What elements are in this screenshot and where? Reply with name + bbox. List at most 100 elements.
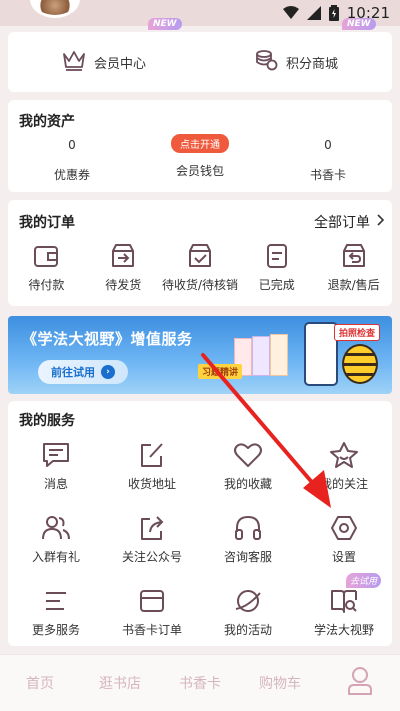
member-card: 会员中心 NEW 积分商城 NEW (8, 18, 392, 92)
status-bar: 10:21 (0, 0, 400, 26)
orders-title: 我的订单 (19, 215, 75, 231)
wifi-icon (282, 6, 299, 20)
share-icon (137, 514, 167, 548)
group-icon (41, 514, 71, 548)
xuefa-dashiye-button[interactable]: 去试用 学法大视野 (296, 573, 392, 638)
star-icon (329, 441, 359, 475)
join-group-button[interactable]: 入群有礼 (8, 514, 104, 565)
following-button[interactable]: 我的关注 (296, 441, 392, 492)
service-label: 我的收藏 (223, 477, 272, 491)
gift-card-count: 0 (324, 138, 332, 152)
trial-badge: 去试用 (346, 573, 382, 588)
order-label: 待付款 (28, 278, 65, 292)
headphones-icon (233, 514, 263, 548)
service-label: 入群有礼 (31, 550, 80, 564)
menu-icon (41, 587, 71, 621)
gift-card-item[interactable]: 0 书香卡 (264, 138, 392, 183)
services-title: 我的服务 (19, 413, 75, 429)
crown-icon (62, 49, 86, 75)
person-icon (346, 667, 374, 700)
new-badge: NEW (342, 18, 376, 30)
tab-gift-card[interactable]: 书香卡 (160, 673, 240, 693)
coins-icon (254, 48, 278, 76)
my-activities-button[interactable]: 我的活动 (200, 587, 296, 638)
assets-card: 我的资产 0 优惠券 点击开通 会员钱包 0 书香卡 (8, 100, 392, 192)
coupons-count: 0 (68, 138, 76, 152)
signal-icon (306, 6, 321, 20)
tab-profile[interactable] (320, 666, 400, 700)
box-arrow-icon (109, 242, 137, 276)
coupons-item[interactable]: 0 优惠券 (8, 138, 136, 183)
avatar[interactable] (30, 0, 80, 18)
service-label: 我的活动 (223, 623, 272, 637)
try-now-button[interactable]: 前往试用 › (38, 360, 128, 384)
order-pending-payment[interactable]: 待付款 (8, 242, 85, 293)
order-pending-shipment[interactable]: 待发货 (85, 242, 162, 293)
all-orders-link[interactable]: 全部订单 (314, 212, 385, 232)
services-card: 我的服务 消息 收货地址 我的收藏 我的关注 入群有礼 关注公众号 咨询客服 设… (8, 401, 392, 646)
heart-icon (233, 441, 263, 475)
return-icon (340, 242, 368, 276)
all-orders-label: 全部订单 (314, 215, 370, 231)
messages-button[interactable]: 消息 (8, 441, 104, 492)
member-center-label: 会员中心 (93, 56, 146, 72)
order-refund[interactable]: 退款/售后 (315, 242, 392, 293)
service-label: 书香卡订单 (121, 623, 182, 637)
book-search-icon (329, 587, 359, 621)
card-icon (137, 587, 167, 621)
order-pending-receipt[interactable]: 待收货/待核销 (162, 242, 239, 293)
planet-icon (233, 587, 263, 621)
settings-button[interactable]: 设置 (296, 514, 392, 565)
shipping-address-button[interactable]: 收货地址 (104, 441, 200, 492)
more-services-button[interactable]: 更多服务 (8, 587, 104, 638)
assets-title: 我的资产 (19, 114, 75, 130)
promo-banner[interactable]: 《学法大视野》增值服务 前往试用 › 习题精讲 拍照检查 (8, 316, 392, 394)
bee-mascot (342, 344, 378, 384)
tab-bookstore[interactable]: 逛书店 (80, 673, 160, 693)
wallet-icon (32, 242, 60, 276)
member-wallet-item[interactable]: 点击开通 会员钱包 (136, 134, 264, 183)
book-covers (234, 334, 290, 378)
gift-card-label: 书香卡 (309, 168, 346, 182)
message-icon (41, 441, 71, 475)
gift-card-orders-button[interactable]: 书香卡订单 (104, 587, 200, 638)
banner-title: 《学法大视野》增值服务 (22, 330, 193, 348)
follow-official-account-button[interactable]: 关注公众号 (104, 514, 200, 565)
member-center-button[interactable]: 会员中心 NEW (8, 18, 200, 92)
phone-mockup (304, 322, 338, 386)
new-badge: NEW (148, 18, 182, 30)
member-wallet-label: 会员钱包 (175, 164, 224, 178)
box-check-icon (186, 242, 214, 276)
banner-tag-photo-check: 拍照检查 (334, 324, 381, 341)
tab-cart[interactable]: 购物车 (240, 673, 320, 693)
activate-button[interactable]: 点击开通 (171, 134, 229, 153)
edit-icon (137, 441, 167, 475)
service-label: 学法大视野 (313, 623, 374, 637)
service-label: 更多服务 (31, 623, 80, 637)
points-mall-button[interactable]: 积分商城 NEW (200, 18, 392, 92)
customer-service-button[interactable]: 咨询客服 (200, 514, 296, 565)
battery-icon (328, 5, 339, 21)
order-label: 已完成 (258, 278, 295, 292)
orders-card: 我的订单 全部订单 待付款 待发货 待收货/待核销 已完成 退款/售后 (8, 200, 392, 306)
order-label: 退款/售后 (327, 278, 380, 292)
banner-tag-lessons: 习题精讲 (198, 364, 243, 379)
chevron-right-icon (376, 214, 385, 230)
arrow-right-icon: › (101, 365, 115, 379)
service-label: 咨询客服 (223, 550, 272, 564)
coupons-label: 优惠券 (53, 168, 90, 182)
service-label: 设置 (331, 550, 356, 564)
order-label: 待发货 (105, 278, 142, 292)
service-label: 收货地址 (127, 477, 176, 491)
order-completed[interactable]: 已完成 (238, 242, 315, 293)
bottom-tab-bar: 首页 逛书店 书香卡 购物车 (0, 654, 400, 711)
service-label: 我的关注 (319, 477, 368, 491)
service-label: 消息 (43, 477, 68, 491)
tab-home[interactable]: 首页 (0, 673, 80, 693)
settings-icon (329, 514, 359, 548)
points-mall-label: 积分商城 (285, 56, 338, 72)
try-now-label: 前往试用 (51, 366, 95, 379)
service-label: 关注公众号 (121, 550, 182, 564)
document-icon (263, 242, 291, 276)
favorites-button[interactable]: 我的收藏 (200, 441, 296, 492)
